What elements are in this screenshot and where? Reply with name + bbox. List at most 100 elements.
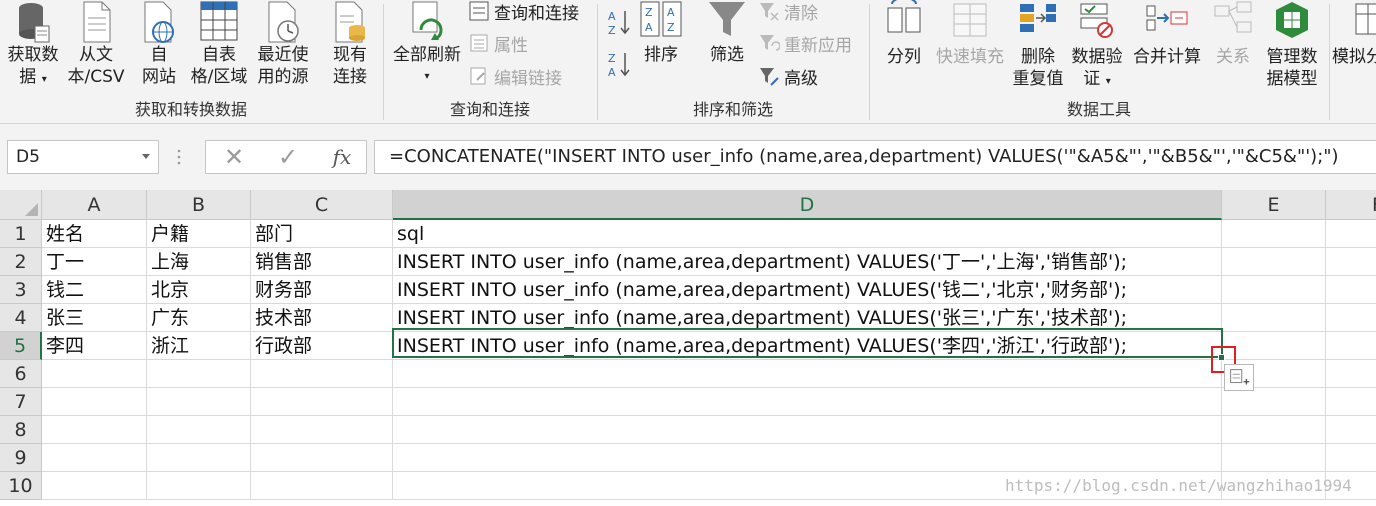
text-to-columns-button[interactable]: 分列 xyxy=(880,0,928,68)
flash-fill-button[interactable]: 快速填充 xyxy=(932,0,1008,68)
relationships-button[interactable]: 关系 xyxy=(1208,0,1258,68)
insert-function-icon[interactable]: fx xyxy=(322,141,362,173)
sort-button[interactable]: ZA AZ 排序 xyxy=(638,0,684,66)
manage-data-model-button[interactable]: 管理数 据模型 xyxy=(1260,0,1324,90)
edit-links-button[interactable]: 编辑链接 xyxy=(468,62,562,90)
cell-e7[interactable] xyxy=(1222,388,1326,416)
cell-e3[interactable] xyxy=(1222,276,1326,304)
cell-c1[interactable]: 部门 xyxy=(251,220,393,248)
row-header-9[interactable]: 9 xyxy=(0,444,42,472)
cell-e5[interactable] xyxy=(1222,332,1326,360)
sort-descending-icon[interactable]: Z A xyxy=(606,50,632,78)
row-header-1[interactable]: 1 xyxy=(0,220,42,248)
filter-button[interactable]: 筛选 xyxy=(704,0,750,66)
cell-a4[interactable]: 张三 xyxy=(42,304,147,332)
cell-c4[interactable]: 技术部 xyxy=(251,304,393,332)
row-header-10[interactable]: 10 xyxy=(0,472,42,500)
cell-f1[interactable] xyxy=(1326,220,1376,248)
worksheet-grid[interactable]: A B C D E F 1 2 3 4 5 6 7 8 9 10 姓名户籍部门s… xyxy=(0,190,1376,506)
reapply-button[interactable]: 重新应用 xyxy=(758,29,852,57)
cell-b4[interactable]: 广东 xyxy=(147,304,251,332)
cell-a2[interactable]: 丁一 xyxy=(42,248,147,276)
column-header-c[interactable]: C xyxy=(251,190,393,220)
cell-b1[interactable]: 户籍 xyxy=(147,220,251,248)
get-data-button[interactable]: 获取数 据 ▾ xyxy=(4,0,62,91)
cell-d5[interactable]: INSERT INTO user_info (name,area,departm… xyxy=(393,332,1222,360)
cell-d1[interactable]: sql xyxy=(393,220,1222,248)
from-table-range-button[interactable]: 自表 格/区域 xyxy=(186,0,252,88)
cell-d3[interactable]: INSERT INTO user_info (name,area,departm… xyxy=(393,276,1222,304)
cell-c2[interactable]: 销售部 xyxy=(251,248,393,276)
cell-c10[interactable] xyxy=(251,472,393,500)
cell-b10[interactable] xyxy=(147,472,251,500)
cell-f5[interactable] xyxy=(1326,332,1376,360)
row-header-6[interactable]: 6 xyxy=(0,360,42,388)
fill-handle[interactable] xyxy=(1218,354,1225,361)
row-header-4[interactable]: 4 xyxy=(0,304,42,332)
cell-c7[interactable] xyxy=(251,388,393,416)
cell-e9[interactable] xyxy=(1222,444,1326,472)
column-header-d[interactable]: D xyxy=(393,190,1222,220)
cell-e8[interactable] xyxy=(1222,416,1326,444)
consolidate-button[interactable]: 合并计算 xyxy=(1128,0,1206,68)
formula-input[interactable]: =CONCATENATE("INSERT INTO user_info (nam… xyxy=(374,140,1376,174)
cell-f6[interactable] xyxy=(1326,360,1376,388)
sort-ascending-icon[interactable]: A Z xyxy=(606,8,632,36)
cell-b5[interactable]: 浙江 xyxy=(147,332,251,360)
cell-f9[interactable] xyxy=(1326,444,1376,472)
cell-a8[interactable] xyxy=(42,416,147,444)
column-header-e[interactable]: E xyxy=(1222,190,1326,220)
cell-a5[interactable]: 李四 xyxy=(42,332,147,360)
column-header-f[interactable]: F xyxy=(1326,190,1376,220)
cell-b3[interactable]: 北京 xyxy=(147,276,251,304)
column-header-a[interactable]: A xyxy=(42,190,147,220)
advanced-filter-button[interactable]: 高级 xyxy=(758,62,818,90)
cell-b8[interactable] xyxy=(147,416,251,444)
cell-d2[interactable]: INSERT INTO user_info (name,area,departm… xyxy=(393,248,1222,276)
cell-a1[interactable]: 姓名 xyxy=(42,220,147,248)
row-header-2[interactable]: 2 xyxy=(0,248,42,276)
cancel-icon[interactable]: ✕ xyxy=(214,141,254,173)
row-header-7[interactable]: 7 xyxy=(0,388,42,416)
cell-e1[interactable] xyxy=(1222,220,1326,248)
cell-d6[interactable] xyxy=(393,360,1222,388)
cell-c5[interactable]: 行政部 xyxy=(251,332,393,360)
row-header-3[interactable]: 3 xyxy=(0,276,42,304)
cell-d8[interactable] xyxy=(393,416,1222,444)
cell-b7[interactable] xyxy=(147,388,251,416)
cell-c3[interactable]: 财务部 xyxy=(251,276,393,304)
cell-a6[interactable] xyxy=(42,360,147,388)
cell-d9[interactable] xyxy=(393,444,1222,472)
properties-button[interactable]: 属性 xyxy=(468,29,528,57)
cell-e4[interactable] xyxy=(1222,304,1326,332)
cell-c8[interactable] xyxy=(251,416,393,444)
select-all-button[interactable] xyxy=(0,190,42,220)
queries-connections-button[interactable]: 查询和连接 xyxy=(468,0,579,25)
cell-d4[interactable]: INSERT INTO user_info (name,area,departm… xyxy=(393,304,1222,332)
resize-handle-icon[interactable] xyxy=(176,148,182,166)
auto-fill-options-icon[interactable] xyxy=(1224,364,1254,391)
recent-sources-button[interactable]: 最近使 用的源 xyxy=(254,0,312,88)
cell-d7[interactable] xyxy=(393,388,1222,416)
row-header-5[interactable]: 5 xyxy=(0,332,42,360)
cell-b6[interactable] xyxy=(147,360,251,388)
column-header-b[interactable]: B xyxy=(147,190,251,220)
data-validation-button[interactable]: 数据验 证 ▾ xyxy=(1068,0,1126,93)
name-box[interactable]: D5 xyxy=(7,140,159,174)
cell-b9[interactable] xyxy=(147,444,251,472)
what-if-analysis-button[interactable]: 模拟分 xyxy=(1332,0,1376,68)
refresh-all-button[interactable]: 全部刷新 ▾ xyxy=(388,0,466,88)
cell-a7[interactable] xyxy=(42,388,147,416)
row-header-8[interactable]: 8 xyxy=(0,416,42,444)
cell-a3[interactable]: 钱二 xyxy=(42,276,147,304)
cell-c9[interactable] xyxy=(251,444,393,472)
cell-f7[interactable] xyxy=(1326,388,1376,416)
cell-f3[interactable] xyxy=(1326,276,1376,304)
enter-icon[interactable]: ✓ xyxy=(268,141,308,173)
existing-connections-button[interactable]: 现有 连接 xyxy=(326,0,374,88)
cell-a10[interactable] xyxy=(42,472,147,500)
from-web-button[interactable]: 自 网站 xyxy=(134,0,184,88)
from-text-csv-button[interactable]: 从文 本/CSV xyxy=(64,0,128,88)
remove-duplicates-button[interactable]: 删除 重复值 xyxy=(1010,0,1066,90)
clear-filter-button[interactable]: 清除 xyxy=(758,0,818,25)
